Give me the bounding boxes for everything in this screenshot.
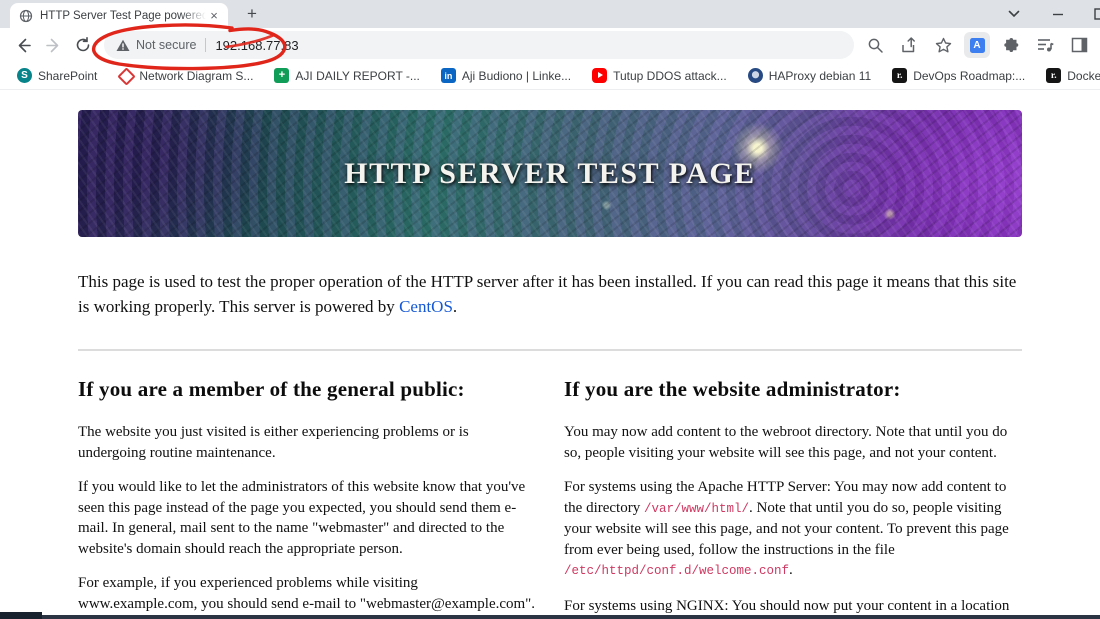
admin-p2: For systems using the Apache HTTP Server…: [564, 479, 1009, 578]
bookmark-item-devops-roadmap[interactable]: r. DevOps Roadmap:...: [885, 66, 1032, 85]
public-p3: For example, if you experienced problems…: [78, 575, 536, 612]
page-title: HTTP SERVER TEST PAGE: [344, 156, 756, 190]
website-admin-section: If you are the website administrator: Yo…: [564, 377, 1022, 619]
bookmark-star-icon[interactable]: [930, 32, 956, 58]
bookmark-item-linkedin[interactable]: in Aji Budiono | Linke...: [434, 66, 578, 85]
admin-heading: If you are the website administrator:: [564, 377, 901, 401]
bookmark-item-network-diagram[interactable]: Network Diagram S...: [111, 66, 260, 85]
tab-title: HTTP Server Test Page powered: [40, 9, 206, 22]
roadmap-icon: r.: [892, 68, 908, 83]
divider: [78, 349, 1022, 351]
not-secure-warning-icon: [116, 39, 130, 51]
admin-p1: You may now add content to the webroot d…: [564, 424, 1008, 461]
general-public-section: If you are a member of the general publi…: [78, 377, 536, 619]
browser-window: HTTP Server Test Page powered × + Not se…: [0, 0, 1100, 619]
apache-webroot-path: /var/www/html/: [643, 501, 749, 516]
public-heading: If you are a member of the general publi…: [78, 377, 465, 401]
bookmarks-bar: S SharePoint Network Diagram S... + AJI …: [0, 62, 1100, 90]
media-controls-icon[interactable]: [1032, 32, 1058, 58]
bookmark-item-sharepoint[interactable]: S SharePoint: [10, 66, 104, 85]
diagram-icon: [118, 68, 133, 83]
side-panel-icon[interactable]: [1066, 32, 1092, 58]
extensions-puzzle-icon[interactable]: [998, 32, 1024, 58]
taskbar-corner: [0, 612, 42, 619]
roadmap-icon: r.: [1046, 68, 1062, 83]
new-tab-button[interactable]: +: [242, 4, 262, 24]
back-button[interactable]: [10, 32, 36, 58]
bookmark-item-docker-roadmap[interactable]: r. Docker Roadmap -...: [1039, 66, 1100, 85]
linkedin-icon: in: [440, 68, 456, 83]
bookmark-item-youtube[interactable]: Tutup DDOS attack...: [585, 66, 734, 85]
youtube-icon: [592, 68, 608, 83]
chevron-down-icon[interactable]: [1005, 5, 1023, 23]
google-sheets-icon: +: [274, 68, 290, 83]
url-text[interactable]: 192.168.77.83: [215, 38, 298, 53]
browser-toolbar: Not secure 192.168.77.83 A: [0, 28, 1100, 62]
address-bar[interactable]: Not secure 192.168.77.83: [104, 31, 854, 59]
minimize-button[interactable]: [1049, 5, 1067, 23]
intro-paragraph: This page is used to test the proper ope…: [78, 272, 1017, 316]
page-content: HTTP SERVER TEST PAGE This page is used …: [0, 90, 1100, 619]
bookmark-item-haproxy[interactable]: HAProxy debian 11: [741, 66, 879, 85]
haproxy-icon: [747, 68, 763, 83]
test-page-banner: HTTP SERVER TEST PAGE: [78, 110, 1022, 237]
forward-button[interactable]: [40, 32, 66, 58]
centos-link[interactable]: CentOS: [399, 297, 453, 316]
translate-extension-icon[interactable]: A: [964, 32, 990, 58]
share-icon[interactable]: [896, 32, 922, 58]
public-p2: If you would like to let the administrat…: [78, 479, 526, 557]
tab-strip: HTTP Server Test Page powered × +: [0, 0, 1100, 28]
security-label[interactable]: Not secure: [136, 38, 196, 52]
bookmark-item-aji-daily-report[interactable]: + AJI DAILY REPORT -...: [267, 66, 426, 85]
welcome-conf-path: /etc/httpd/conf.d/welcome.conf: [564, 564, 790, 578]
reload-button[interactable]: [70, 32, 96, 58]
omnibox-divider: [205, 38, 207, 52]
globe-icon: [19, 9, 33, 22]
maximize-button[interactable]: [1093, 5, 1100, 23]
public-p1: The website you just visited is either e…: [78, 424, 469, 461]
browser-tab[interactable]: HTTP Server Test Page powered ×: [10, 3, 228, 28]
search-icon[interactable]: [862, 32, 888, 58]
tab-close-icon[interactable]: ×: [206, 8, 222, 24]
taskbar-edge: [0, 615, 1100, 619]
sharepoint-icon: S: [17, 68, 32, 83]
